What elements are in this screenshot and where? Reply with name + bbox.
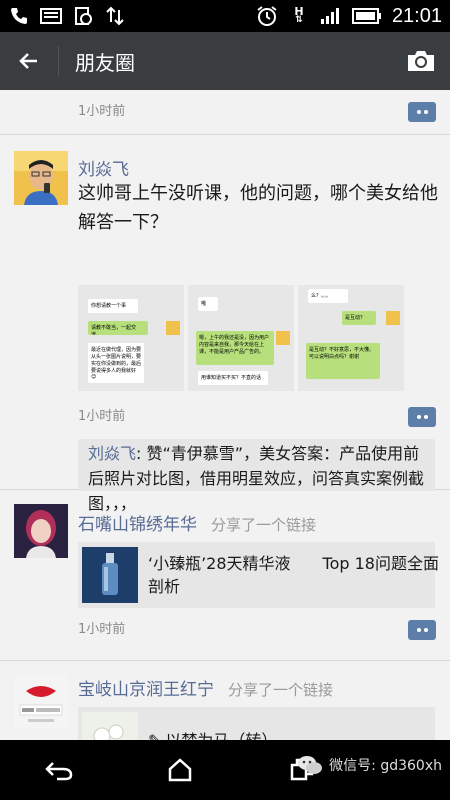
link-thumbnail [82, 547, 138, 603]
back-arrow-icon [19, 53, 37, 69]
nav-back-button[interactable] [9, 740, 108, 800]
chat-bubble: 请教不敢当，一起交流。 [88, 321, 148, 335]
chat-avatar [276, 331, 290, 345]
shared-link-label: 分享了一个链接 [211, 516, 317, 534]
post-text-line: 这帅哥上午没听课，他的问题，哪个美女给他 [78, 183, 438, 204]
post-image[interactable]: 么？。。。 是互动？ 是互动？不好意思，不大懂。可以说明白点吗？谢谢 [298, 285, 404, 391]
camera-icon [408, 51, 434, 71]
chat-avatar [166, 321, 180, 335]
chat-bubble: 嗯，上午的我还是没，因为用户内容是来自我，那今天给在上课，不能是用户产品广告的。 [196, 331, 274, 365]
battery-icon [351, 7, 382, 25]
link-thumbnail [82, 712, 138, 740]
message-icon [40, 7, 62, 25]
post-author[interactable]: 石嘴山锦绣年华 分享了一个链接 [78, 510, 316, 535]
shared-link-card[interactable]: ✎ 以梦为马（转） [78, 707, 435, 740]
chat-bubble: 是互动？不好意思，不大懂。可以说明白点吗？谢谢 [306, 343, 380, 379]
post-time: 1小时前 [78, 409, 126, 424]
post-item: 石嘴山锦绣年华 分享了一个链接 ‘小臻瓶’28天精华液 Top 18问题全面 剖析… [0, 490, 450, 660]
pencil-icon: ✎ [148, 730, 162, 741]
chat-bubble: 哦 [198, 297, 218, 311]
chat-bubble: 你想请教一个事 [88, 299, 138, 313]
nav-home-icon [168, 758, 192, 782]
status-bar: H ⇅ 21:01 [0, 0, 450, 32]
chat-avatar [386, 311, 400, 325]
watermark-text: 微信号: gd360xh [329, 758, 442, 774]
chat-bubble: 用谁知道买不买？不直的话 [198, 371, 268, 385]
post-text: 这帅哥上午没听课，他的问题，哪个美女给他 解答一下？ [78, 179, 438, 237]
shared-link-label: 分享了一个链接 [228, 681, 334, 699]
shared-link-card[interactable]: ‘小臻瓶’28天精华液 Top 18问题全面 剖析 [78, 542, 439, 608]
network-type-icon: H ⇅ [294, 5, 304, 25]
sync-icon [72, 7, 94, 25]
comment-line: : 赞“青伊慕雪”，美女答案：产品使用前 [136, 444, 420, 463]
post-images: 你想请教一个事 请教不敢当，一起交流。 最近在做代理，因为要从头一张图片说明，要… [78, 285, 404, 391]
author-name[interactable]: 宝岐山京润王红宁 [78, 680, 214, 700]
link-title-line: ‘小臻瓶’28天精华液 Top 18问题全面 [148, 554, 439, 573]
nav-home-button[interactable] [131, 740, 230, 800]
chat-bubble: 最近在做代理，因为要从头一张图片说明，要实在你没做到的，最后要说得多人的我就好 … [88, 343, 144, 383]
alarm-icon [256, 6, 278, 26]
wechat-logo-icon [298, 756, 323, 774]
post-image[interactable]: 你想请教一个事 请教不敢当，一起交流。 最近在做代理，因为要从头一张图片说明，要… [78, 285, 184, 391]
phone-icon [8, 7, 30, 25]
post-time: 1小时前 [78, 622, 126, 637]
post-item: 宝岐山京润王红宁 分享了一个链接 ✎ 以梦为马（转） [0, 661, 450, 740]
avatar[interactable] [14, 151, 68, 205]
back-button[interactable] [0, 32, 58, 90]
post-author[interactable]: 刘焱飞 [78, 155, 129, 180]
post-image[interactable]: 哦 嗯，上午的我还是没，因为用户内容是来自我，那今天给在上课，不能是用户产品广告… [188, 285, 294, 391]
moments-feed[interactable]: 1小时前 刘焱飞 这帅哥上午没听课，他的问题，哪个美女给他 解答一下？ 你想请教 [0, 90, 450, 740]
chat-bubble: 是互动？ [342, 311, 376, 325]
comment-button[interactable] [408, 407, 436, 427]
link-title-line: 以梦为马（转） [165, 730, 278, 741]
nav-back-icon [44, 762, 72, 781]
post-item: 刘焱飞 这帅哥上午没听课，他的问题，哪个美女给他 解答一下？ 你想请教一个事 请… [0, 135, 450, 513]
link-title-line: 剖析 [148, 577, 181, 596]
prev-post-footer: 1小时前 [0, 90, 450, 134]
data-transfer-icon [104, 6, 126, 26]
post-time: 1小时前 [78, 104, 126, 119]
status-time: 21:01 [391, 4, 442, 27]
link-title: ✎ 以梦为马（转） [148, 729, 423, 741]
camera-button[interactable] [392, 32, 450, 90]
avatar[interactable] [14, 504, 68, 558]
signal-icon [320, 7, 342, 25]
comment-button[interactable] [408, 620, 436, 640]
appbar-divider [58, 46, 59, 76]
author-name[interactable]: 石嘴山锦绣年华 [78, 515, 197, 535]
avatar[interactable] [14, 675, 68, 729]
comment-line: 后照片对比图，借用明星效应，问答真实案例截 [88, 469, 425, 488]
comment-author[interactable]: 刘焱飞 [88, 444, 136, 463]
link-title: ‘小臻瓶’28天精华液 Top 18问题全面 剖析 [148, 552, 439, 598]
post-author[interactable]: 宝岐山京润王红宁 分享了一个链接 [78, 675, 333, 700]
wechat-id-watermark: 微信号: gd360xh [297, 754, 442, 776]
page-title: 朋友圈 [75, 50, 135, 75]
app-bar: 朋友圈 [0, 32, 450, 90]
chat-bubble: 么？。。。 [308, 289, 348, 303]
post-text-line: 解答一下？ [78, 212, 168, 233]
comment-button[interactable] [408, 102, 436, 122]
